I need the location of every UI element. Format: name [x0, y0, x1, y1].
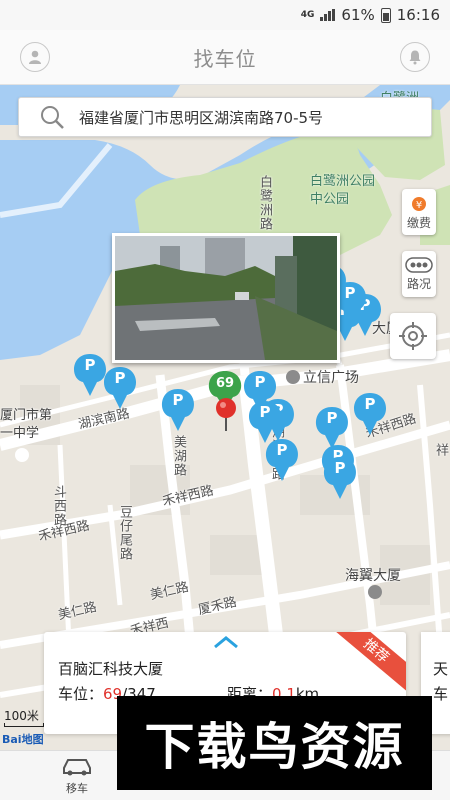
app-header: 找车位 — [0, 30, 450, 85]
parking-marker-label: P — [172, 391, 184, 409]
scale-bar — [4, 723, 44, 727]
parking-marker[interactable]: P — [350, 389, 390, 437]
user-button[interactable] — [20, 42, 50, 72]
next-parking-spots: 车 — [433, 685, 449, 703]
map-scale: 100米 — [4, 709, 39, 723]
parking-marker-label: P — [276, 441, 288, 459]
recommend-ribbon: 推荐 — [322, 632, 406, 698]
street-label: 豆仔尾路 — [117, 505, 132, 561]
status-bar: 4G 61% 16:16 — [0, 0, 450, 30]
parking-marker-label: P — [254, 373, 266, 391]
parking-marker[interactable]: P — [158, 385, 198, 433]
traffic-icon — [405, 256, 433, 273]
app-screen: 4G 61% 16:16 找车位 湖滨南路 美湖路 禾祥西路 禾祥西路 禾祥西路… — [0, 0, 450, 800]
parking-marker-label: P — [259, 403, 271, 421]
parking-name: 百脑汇科技大厦 — [58, 660, 164, 678]
poi-haiyi: 海翼大厦 — [345, 568, 401, 584]
car-icon — [63, 759, 91, 776]
parking-marker-label: P — [364, 395, 376, 413]
parking-photo[interactable] — [112, 233, 340, 363]
svg-text:¥: ¥ — [416, 200, 422, 211]
signal-icon — [320, 9, 336, 21]
watermark: 下载鸟资源 — [117, 696, 432, 790]
parking-marker-label: P — [334, 459, 346, 477]
user-icon — [29, 50, 41, 64]
street-label: 祥 — [433, 443, 448, 457]
watermark-text: 下载鸟资源 — [144, 718, 405, 776]
building-icon — [368, 585, 382, 599]
chevron-up-icon[interactable] — [212, 634, 240, 650]
traffic-button[interactable]: 路况 — [402, 251, 436, 297]
battery-icon — [380, 7, 391, 23]
baidu-logo: Bai地图 — [2, 733, 44, 746]
parking-marker-label: P — [326, 409, 338, 427]
notification-button[interactable] — [400, 42, 430, 72]
crosshair-icon — [399, 322, 427, 350]
search-address: 福建省厦门市思明区湖滨南路70-5号 — [79, 108, 324, 127]
locate-button[interactable] — [390, 313, 436, 359]
search-icon — [41, 106, 64, 129]
parking-marker[interactable]: P — [262, 435, 302, 483]
payment-label: 缴费 — [406, 215, 431, 230]
selected-marker-count: 69 — [215, 376, 235, 391]
next-parking-name: 天 — [433, 660, 449, 678]
park-label: 白鹭洲公园中公园 — [310, 174, 376, 207]
money-bag-icon: ¥ — [412, 196, 426, 211]
network-type: 4G — [300, 10, 315, 20]
clock: 16:16 — [396, 6, 440, 24]
poi-lixin-plaza: 立信广场 — [286, 367, 359, 387]
street-photo-image — [115, 236, 337, 360]
street-label: 斗西路 — [51, 485, 66, 527]
parking-marker[interactable]: P — [320, 453, 360, 501]
battery-percent: 61% — [341, 6, 375, 24]
current-location-marker — [216, 398, 236, 431]
tab-move-car-label: 移车 — [66, 782, 88, 795]
parking-marker[interactable]: P — [100, 363, 140, 411]
tab-move-car[interactable]: 移车 — [52, 755, 102, 796]
parking-marker-label: P — [114, 369, 126, 387]
street-label: 美湖路 — [171, 435, 186, 477]
building-icon — [286, 370, 300, 384]
bell-icon — [409, 50, 421, 65]
page-title: 找车位 — [193, 46, 257, 71]
poi-school: 厦门市第一中学 — [0, 408, 53, 441]
street-label: 白鹭洲路 — [257, 175, 272, 231]
search-bar[interactable]: 福建省厦门市思明区湖滨南路70-5号 — [18, 97, 432, 137]
traffic-label: 路况 — [406, 276, 431, 291]
payment-button[interactable]: ¥ 缴费 — [402, 189, 436, 235]
